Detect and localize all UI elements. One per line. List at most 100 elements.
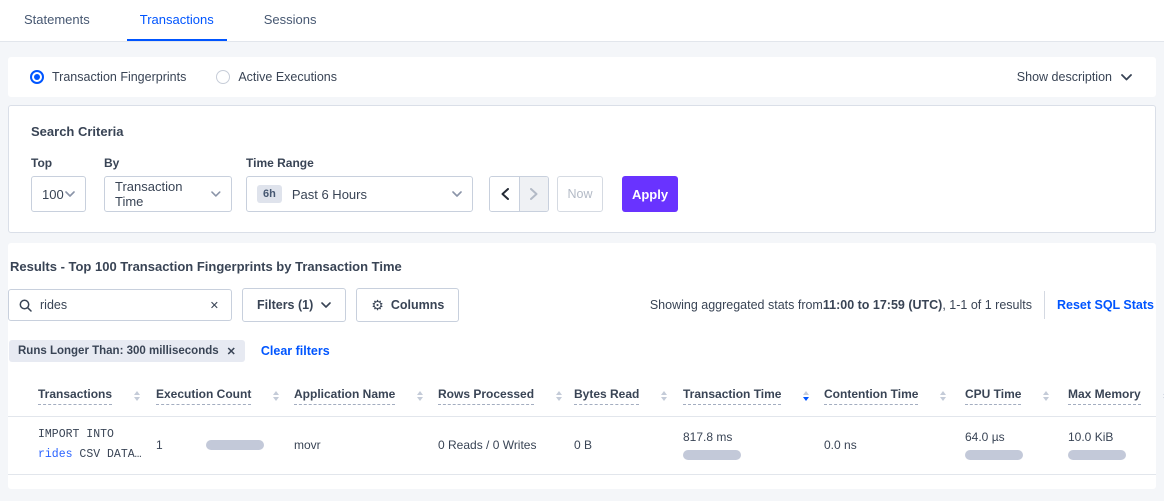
cpu-time-value: 64.0 µs xyxy=(965,430,1046,444)
sort-desc-icon xyxy=(803,391,809,401)
stats-prefix: Showing aggregated stats from xyxy=(650,298,823,312)
header-execution-count[interactable]: Execution Count xyxy=(140,376,278,416)
header-bytes-read[interactable]: Bytes Read xyxy=(558,376,667,416)
header-max-memory[interactable]: Max Memory xyxy=(1052,376,1156,416)
sort-icon xyxy=(417,391,423,401)
by-select-value: Transaction Time xyxy=(115,179,211,209)
columns-button[interactable]: ⚙ Columns xyxy=(356,288,459,322)
sort-icon xyxy=(1043,391,1049,401)
cell-transaction-statement: IMPORT INTO rides CSV DATA… xyxy=(8,416,140,474)
remove-filter-icon[interactable]: ✕ xyxy=(227,345,236,358)
show-description-toggle[interactable]: Show description xyxy=(1017,70,1132,84)
aggregated-stats-text: Showing aggregated stats from 11:00 to 1… xyxy=(650,291,1156,319)
search-criteria-title: Search Criteria xyxy=(31,124,1133,139)
header-label: Contention Time xyxy=(824,387,918,405)
stats-time-range: 11:00 to 17:59 (UTC) xyxy=(823,298,942,312)
cell-application-name: movr xyxy=(278,416,422,474)
search-criteria-panel: Search Criteria Top 100 By Transaction T… xyxy=(8,105,1156,233)
statement-line2: rides CSV DATA… xyxy=(38,445,134,465)
radio-active-executions[interactable]: Active Executions xyxy=(216,70,337,84)
sort-icon xyxy=(556,391,562,401)
top-select-value: 100 xyxy=(42,187,64,202)
view-toggle-card: Transaction Fingerprints Active Executio… xyxy=(8,57,1156,97)
header-label: Max Memory xyxy=(1068,387,1141,405)
cpu-time-bar xyxy=(965,450,1023,460)
time-range-prev-button[interactable] xyxy=(490,177,519,211)
header-rows-processed[interactable]: Rows Processed xyxy=(422,376,558,416)
tab-statements[interactable]: Statements xyxy=(11,0,103,41)
by-select[interactable]: Transaction Time xyxy=(104,176,232,212)
sort-icon xyxy=(940,391,946,401)
sort-icon xyxy=(134,391,140,401)
top-control: Top 100 xyxy=(31,156,86,212)
radio-label: Active Executions xyxy=(238,70,337,84)
cell-transaction-time: 817.8 ms xyxy=(667,416,808,474)
transaction-time-value: 817.8 ms xyxy=(683,430,802,444)
execution-count-bar xyxy=(206,440,264,450)
header-cpu-time[interactable]: CPU Time xyxy=(949,376,1052,416)
cell-bytes-read: 0 B xyxy=(558,416,667,474)
radio-label: Transaction Fingerprints xyxy=(52,70,186,84)
results-toolbar: ✕ Filters (1) ⚙ Columns Showing aggregat… xyxy=(8,288,1156,322)
table-row: IMPORT INTO rides CSV DATA… 1 movr 0 Rea… xyxy=(8,416,1156,474)
tab-sessions[interactable]: Sessions xyxy=(251,0,330,41)
divider xyxy=(1044,291,1045,319)
top-label: Top xyxy=(31,156,86,170)
results-title: Results - Top 100 Transaction Fingerprin… xyxy=(10,259,1156,274)
by-label: By xyxy=(104,156,232,170)
sort-icon xyxy=(661,391,667,401)
header-label: Transactions xyxy=(38,387,112,405)
results-table: Transactions Execution Count Application… xyxy=(8,376,1156,475)
transaction-fingerprint-link[interactable]: rides xyxy=(38,448,73,461)
clear-filters-link[interactable]: Clear filters xyxy=(261,344,330,358)
search-input[interactable] xyxy=(40,298,208,312)
reset-sql-stats-link[interactable]: Reset SQL Stats xyxy=(1057,298,1154,312)
max-memory-bar xyxy=(1068,450,1126,460)
header-contention-time[interactable]: Contention Time xyxy=(808,376,949,416)
top-select[interactable]: 100 xyxy=(31,176,86,212)
header-label: Bytes Read xyxy=(574,387,639,405)
chevron-down-icon xyxy=(1121,74,1132,81)
chevron-left-icon xyxy=(501,188,509,200)
now-button[interactable]: Now xyxy=(557,176,603,212)
chevron-down-icon xyxy=(452,191,462,197)
filters-button[interactable]: Filters (1) xyxy=(242,288,346,322)
transaction-time-bar xyxy=(683,450,741,460)
filters-button-label: Filters (1) xyxy=(257,298,313,312)
filter-pill-label: Runs Longer Than: 300 milliseconds xyxy=(18,345,219,357)
header-transaction-time[interactable]: Transaction Time xyxy=(667,376,808,416)
radio-unselected-icon xyxy=(216,70,230,84)
header-transactions[interactable]: Transactions xyxy=(8,376,140,416)
cell-execution-count: 1 xyxy=(140,416,278,474)
header-application-name[interactable]: Application Name xyxy=(278,376,422,416)
apply-button[interactable]: Apply xyxy=(622,176,678,212)
by-control: By Transaction Time xyxy=(86,156,232,212)
time-range-label: Time Range xyxy=(246,156,473,170)
header-label: Rows Processed xyxy=(438,387,534,405)
radio-transaction-fingerprints[interactable]: Transaction Fingerprints xyxy=(30,70,186,84)
time-range-next-button[interactable] xyxy=(519,177,548,211)
show-description-label: Show description xyxy=(1017,70,1112,84)
statement-line1: IMPORT INTO xyxy=(38,425,134,445)
execution-count-value: 1 xyxy=(156,438,163,452)
tab-transactions[interactable]: Transactions xyxy=(127,0,227,41)
clear-search-icon[interactable]: ✕ xyxy=(208,299,221,312)
time-range-select[interactable]: 6h Past 6 Hours xyxy=(246,176,473,212)
gear-icon: ⚙ xyxy=(371,297,384,314)
time-range-control: Time Range 6h Past 6 Hours xyxy=(232,156,473,212)
chevron-right-icon xyxy=(530,188,538,200)
columns-button-label: Columns xyxy=(391,298,444,312)
top-tab-bar: Statements Transactions Sessions xyxy=(0,0,1164,42)
stats-suffix: , 1-1 of 1 results xyxy=(942,298,1032,312)
cell-cpu-time: 64.0 µs xyxy=(949,416,1052,474)
search-icon xyxy=(19,299,32,312)
header-label: CPU Time xyxy=(965,387,1021,405)
chevron-down-icon xyxy=(211,191,221,197)
sort-icon xyxy=(273,391,279,401)
results-section: Results - Top 100 Transaction Fingerprin… xyxy=(8,243,1156,489)
table-header-row: Transactions Execution Count Application… xyxy=(8,376,1156,416)
filter-pill[interactable]: Runs Longer Than: 300 milliseconds ✕ xyxy=(9,340,245,362)
search-box: ✕ xyxy=(8,289,232,321)
chevron-down-icon xyxy=(65,191,75,197)
active-filters-row: Runs Longer Than: 300 milliseconds ✕ Cle… xyxy=(8,340,1156,362)
